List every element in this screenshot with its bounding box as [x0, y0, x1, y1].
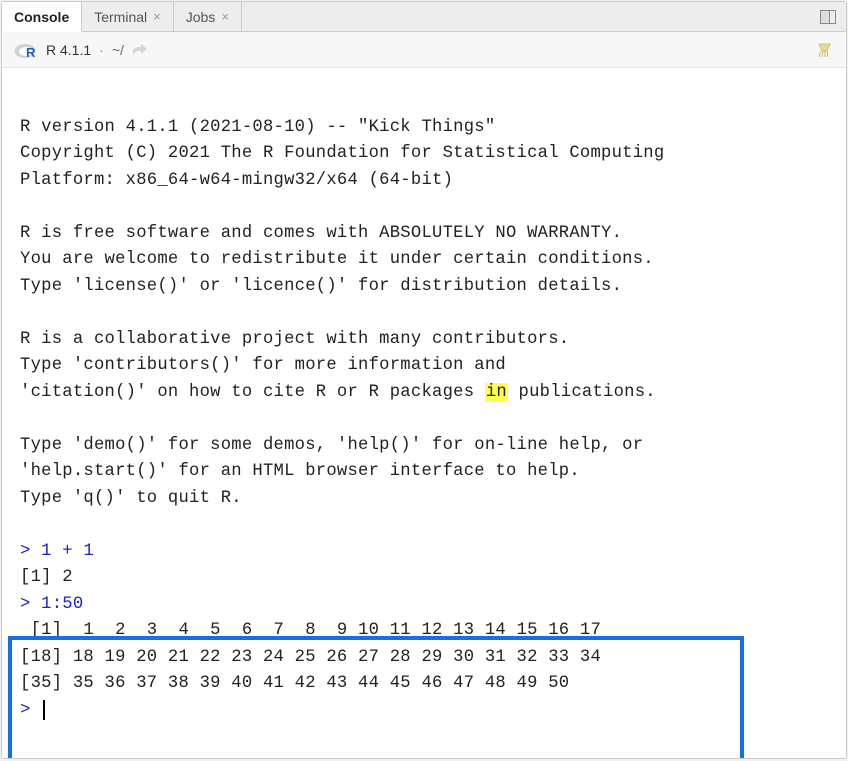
tab-terminal[interactable]: Terminal ×: [82, 2, 174, 32]
r-input-line: > 1:50: [20, 595, 83, 614]
banner-line: R is a collaborative project with many c…: [20, 330, 569, 349]
banner-line: Platform: x86_64-w64-mingw32/x64 (64-bit…: [20, 171, 453, 190]
working-dir-label: ~/: [112, 42, 124, 58]
r-logo-icon: R: [14, 41, 38, 59]
tab-jobs[interactable]: Jobs ×: [174, 2, 242, 32]
console-subheader: R R 4.1.1 · ~/: [2, 32, 846, 68]
r-output-line: [18] 18 19 20 21 22 23 24 25 26 27 28 29…: [20, 648, 601, 667]
banner-line: R is free software and comes with ABSOLU…: [20, 224, 622, 243]
close-icon[interactable]: ×: [221, 9, 229, 24]
console-output[interactable]: R version 4.1.1 (2021-08-10) -- "Kick Th…: [2, 68, 846, 758]
svg-text:R: R: [26, 45, 36, 59]
r-version-label: R 4.1.1: [46, 42, 91, 58]
banner-line: R version 4.1.1 (2021-08-10) -- "Kick Th…: [20, 118, 495, 137]
tab-console-label: Console: [14, 9, 69, 25]
banner-line: Type 'contributors()' for more informati…: [20, 356, 506, 375]
tab-console[interactable]: Console: [2, 2, 82, 32]
banner-line: Copyright (C) 2021 The R Foundation for …: [20, 144, 664, 163]
r-input-line: > 1 + 1: [20, 542, 94, 561]
separator-dot: ·: [99, 42, 104, 58]
maximize-panel-icon[interactable]: [810, 10, 846, 24]
banner-line: Type 'q()' to quit R.: [20, 489, 242, 508]
tab-jobs-label: Jobs: [186, 9, 216, 25]
banner-line: Type 'demo()' for some demos, 'help()' f…: [20, 436, 643, 455]
banner-line: 'citation()' on how to cite R or R packa…: [20, 383, 656, 402]
banner-line: Type 'license()' or 'licence()' for dist…: [20, 277, 622, 296]
highlighted-text: in: [485, 383, 508, 402]
tab-terminal-label: Terminal: [94, 9, 147, 25]
r-output-line: [35] 35 36 37 38 39 40 41 42 43 44 45 46…: [20, 674, 569, 693]
banner-line: 'help.start()' for an HTML browser inter…: [20, 462, 580, 481]
r-prompt[interactable]: >: [20, 701, 45, 720]
r-output-line: [1] 1 2 3 4 5 6 7 8 9 10 11 12 13 14 15 …: [20, 621, 601, 640]
r-output-line: [1] 2: [20, 568, 73, 587]
text-cursor: [43, 700, 45, 720]
banner-line: You are welcome to redistribute it under…: [20, 250, 654, 269]
close-icon[interactable]: ×: [153, 9, 161, 24]
tab-bar: Console Terminal × Jobs ×: [2, 2, 846, 32]
share-arrow-icon[interactable]: [132, 43, 148, 57]
rstudio-console-panel: Console Terminal × Jobs × R R 4.1.1 ·: [1, 1, 847, 759]
clear-console-brush-icon[interactable]: [816, 42, 834, 58]
